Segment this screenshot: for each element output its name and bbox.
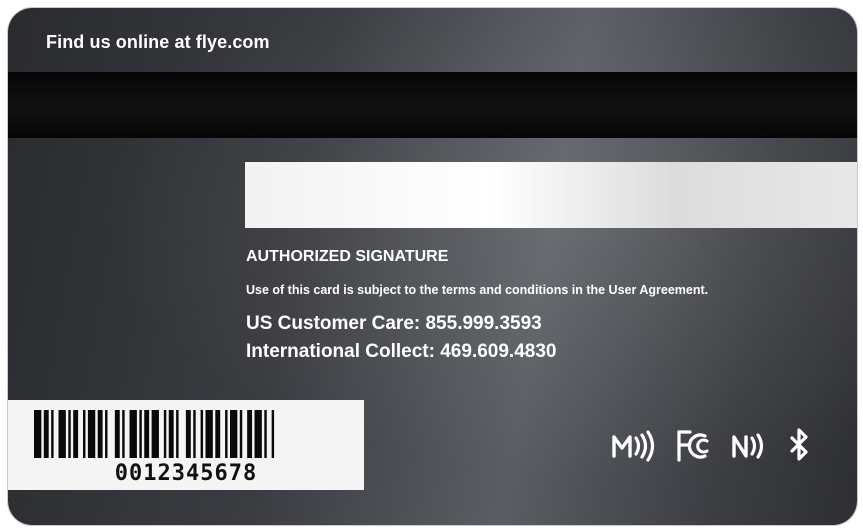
us-customer-care: US Customer Care: 855.999.3593: [246, 313, 542, 334]
barcode-panel: 0012345678: [8, 400, 364, 490]
barcode: [34, 410, 275, 458]
magnetic-stripe: [8, 72, 857, 138]
bluetooth-icon: [787, 426, 813, 471]
barcode-number: 0012345678: [114, 461, 258, 486]
international-collect: International Collect: 469.609.4830: [246, 341, 557, 362]
signature-panel[interactable]: [245, 162, 857, 228]
terms-text: Use of this card is subject to the terms…: [246, 283, 709, 297]
website-link[interactable]: Find us online at flye.com: [46, 32, 270, 53]
fcc-icon: [675, 426, 715, 471]
mastercard-contactless-icon: [611, 426, 657, 471]
signature-label: AUTHORIZED SIGNATURE: [246, 248, 449, 265]
card-back: Find us online at flye.com AUTHORIZED SI…: [8, 8, 857, 525]
nfc-icon: [731, 426, 771, 471]
